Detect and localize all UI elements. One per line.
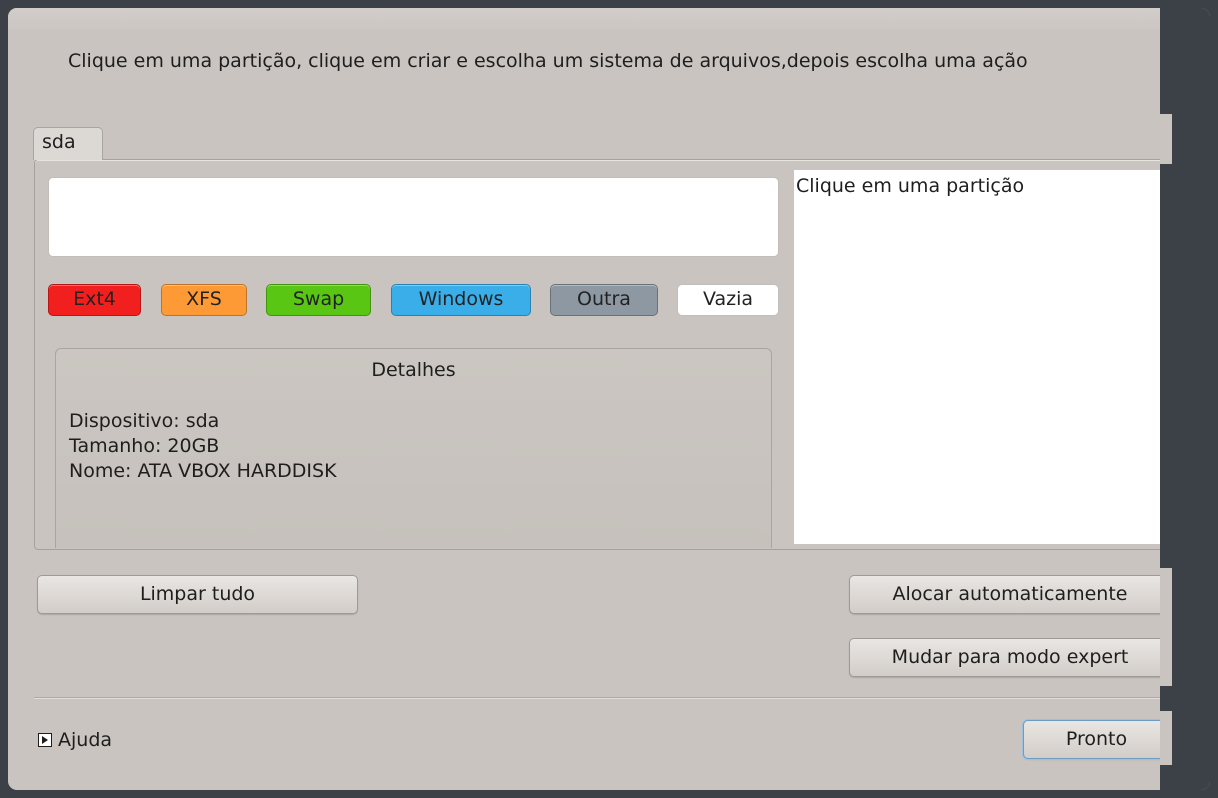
expert-mode-button[interactable]: Mudar para modo expert <box>849 638 1171 677</box>
details-device: Dispositivo: sda <box>69 410 220 432</box>
partitioning-window: Clique em uma partição, clique em criar … <box>8 8 1210 790</box>
done-button[interactable]: Pronto <box>1023 720 1170 759</box>
details-name: Nome: ATA VBOX HARDDISK <box>69 460 337 482</box>
right-bar-notch <box>1160 114 1172 164</box>
clear-all-button[interactable]: Limpar tudo <box>37 575 358 614</box>
tab-sda[interactable]: sda <box>33 127 103 160</box>
help-expander[interactable]: Ajuda <box>38 727 112 753</box>
right-bar-notch <box>1160 711 1172 765</box>
details-size: Tamanho: 20GB <box>69 435 220 457</box>
partition-info-pane: Clique em uma partição <box>794 170 1160 544</box>
right-bar-notch <box>1160 568 1172 686</box>
legend-swap-button[interactable]: Swap <box>266 284 371 316</box>
details-group: Detalhes Dispositivo: sda Tamanho: 20GB … <box>55 348 772 548</box>
details-title: Detalhes <box>371 359 456 381</box>
legend-windows-button[interactable]: Windows <box>391 284 531 316</box>
separator <box>34 697 1172 699</box>
expand-arrow-icon <box>38 733 52 747</box>
legend-other-button[interactable]: Outra <box>550 284 658 316</box>
partition-bar[interactable] <box>48 177 779 257</box>
legend-ext4-button[interactable]: Ext4 <box>48 284 141 316</box>
auto-allocate-button[interactable]: Alocar automaticamente <box>849 575 1171 614</box>
help-label: Ajuda <box>58 729 113 751</box>
legend-empty-button[interactable]: Vazia <box>677 284 779 316</box>
legend-xfs-button[interactable]: XFS <box>161 284 247 316</box>
instruction-text: Clique em uma partição, clique em criar … <box>68 50 1028 72</box>
window-top-strip <box>8 8 1168 30</box>
